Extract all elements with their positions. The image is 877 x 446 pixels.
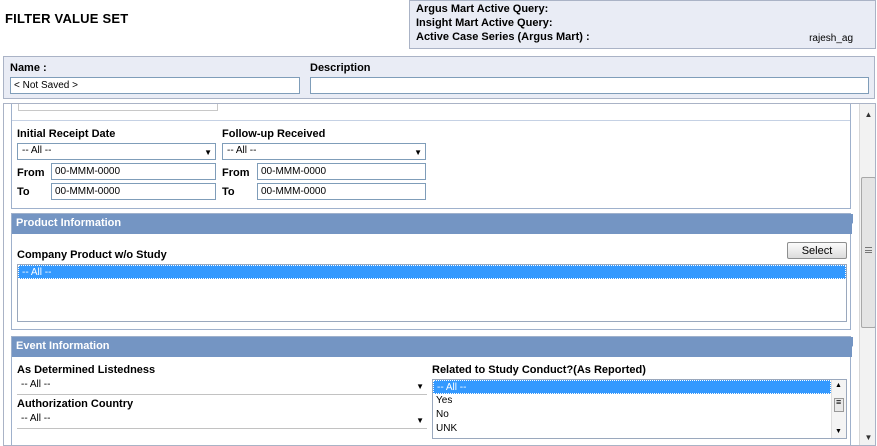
active-query-panel: Argus Mart Active Query: Insight Mart Ac… xyxy=(409,0,876,49)
page-title: FILTER VALUE SET xyxy=(5,11,129,26)
initial-from-input[interactable]: 00-MMM-0000 xyxy=(51,163,216,180)
argus-mart-query-label: Argus Mart Active Query: xyxy=(416,3,549,15)
followup-received-select[interactable]: -- All -- ▼ xyxy=(222,143,426,160)
chevron-down-icon: ▼ xyxy=(416,416,424,425)
list-item[interactable]: -- All -- xyxy=(18,265,846,279)
company-product-label: Company Product w/o Study xyxy=(17,249,167,261)
main-scrollbar[interactable]: ▲ ▼ xyxy=(859,104,875,445)
list-item[interactable]: UNK xyxy=(433,422,846,436)
dates-panel: Initial Receipt Date -- All -- ▼ From 00… xyxy=(11,104,851,209)
list-item[interactable]: No xyxy=(433,408,846,422)
list-item[interactable]: -- All -- xyxy=(433,380,831,394)
scroll-down-icon[interactable]: ▼ xyxy=(835,428,842,435)
grip-icon xyxy=(865,247,872,253)
initial-to-label: To xyxy=(17,186,30,198)
name-input[interactable]: < Not Saved > xyxy=(10,77,300,94)
previous-field-bottom xyxy=(18,104,218,111)
followup-received-label: Follow-up Received xyxy=(222,128,326,140)
active-case-series-label: Active Case Series (Argus Mart) : xyxy=(416,31,590,43)
description-label: Description xyxy=(310,62,371,74)
initial-to-input[interactable]: 00-MMM-0000 xyxy=(51,183,216,200)
product-information-header[interactable]: Product Information xyxy=(12,214,853,234)
scroll-up-icon[interactable]: ▲ xyxy=(860,106,875,122)
list-scrollbar[interactable]: ▲ ▼ xyxy=(831,380,846,438)
section-divider xyxy=(12,120,850,121)
followup-from-input[interactable]: 00-MMM-0000 xyxy=(257,163,426,180)
followup-to-input[interactable]: 00-MMM-0000 xyxy=(257,183,426,200)
event-information-header[interactable]: Event Information xyxy=(12,337,853,357)
scroll-up-icon[interactable]: ▲ xyxy=(835,382,842,389)
filter-scroll-area[interactable]: Initial Receipt Date -- All -- ▼ From 00… xyxy=(3,103,876,446)
select-button[interactable]: Select xyxy=(787,242,847,259)
authorization-country-label: Authorization Country xyxy=(17,398,134,410)
insight-mart-query-label: Insight Mart Active Query: xyxy=(416,17,553,29)
followup-from-label: From xyxy=(222,167,250,179)
initial-receipt-date-select[interactable]: -- All -- ▼ xyxy=(17,143,216,160)
listedness-value: -- All -- xyxy=(21,379,51,390)
scroll-down-icon[interactable]: ▼ xyxy=(860,429,875,445)
chevron-down-icon: ▼ xyxy=(414,148,422,157)
product-information-panel: Product Information Company Product w/o … xyxy=(11,213,853,330)
related-study-conduct-label: Related to Study Conduct?(As Reported) xyxy=(432,364,646,376)
related-study-conduct-list[interactable]: -- All -- Yes No UNK ▲ ▼ xyxy=(432,379,847,439)
followup-to-label: To xyxy=(222,186,235,198)
name-label: Name : xyxy=(10,62,47,74)
listedness-label: As Determined Listedness xyxy=(17,364,156,376)
authorization-country-value: -- All -- xyxy=(21,413,51,424)
initial-receipt-date-label: Initial Receipt Date xyxy=(17,128,116,140)
company-product-list[interactable]: -- All -- xyxy=(17,264,847,322)
initial-from-label: From xyxy=(17,167,45,179)
scroll-thumb[interactable] xyxy=(861,177,875,328)
user-name: rajesh_ag xyxy=(809,33,853,44)
chevron-down-icon: ▼ xyxy=(204,148,212,157)
initial-receipt-date-value: -- All -- xyxy=(22,145,52,156)
list-item[interactable]: Yes xyxy=(433,394,846,408)
scroll-thumb[interactable] xyxy=(834,397,844,412)
name-description-panel: Name : < Not Saved > Description xyxy=(3,56,875,99)
authorization-country-select[interactable]: -- All -- ▼ xyxy=(17,412,427,429)
followup-received-value: -- All -- xyxy=(227,145,257,156)
listedness-select[interactable]: -- All -- ▼ xyxy=(17,378,427,395)
event-information-panel: Event Information As Determined Listedne… xyxy=(11,336,853,445)
description-input[interactable] xyxy=(310,77,869,94)
chevron-down-icon: ▼ xyxy=(416,382,424,391)
